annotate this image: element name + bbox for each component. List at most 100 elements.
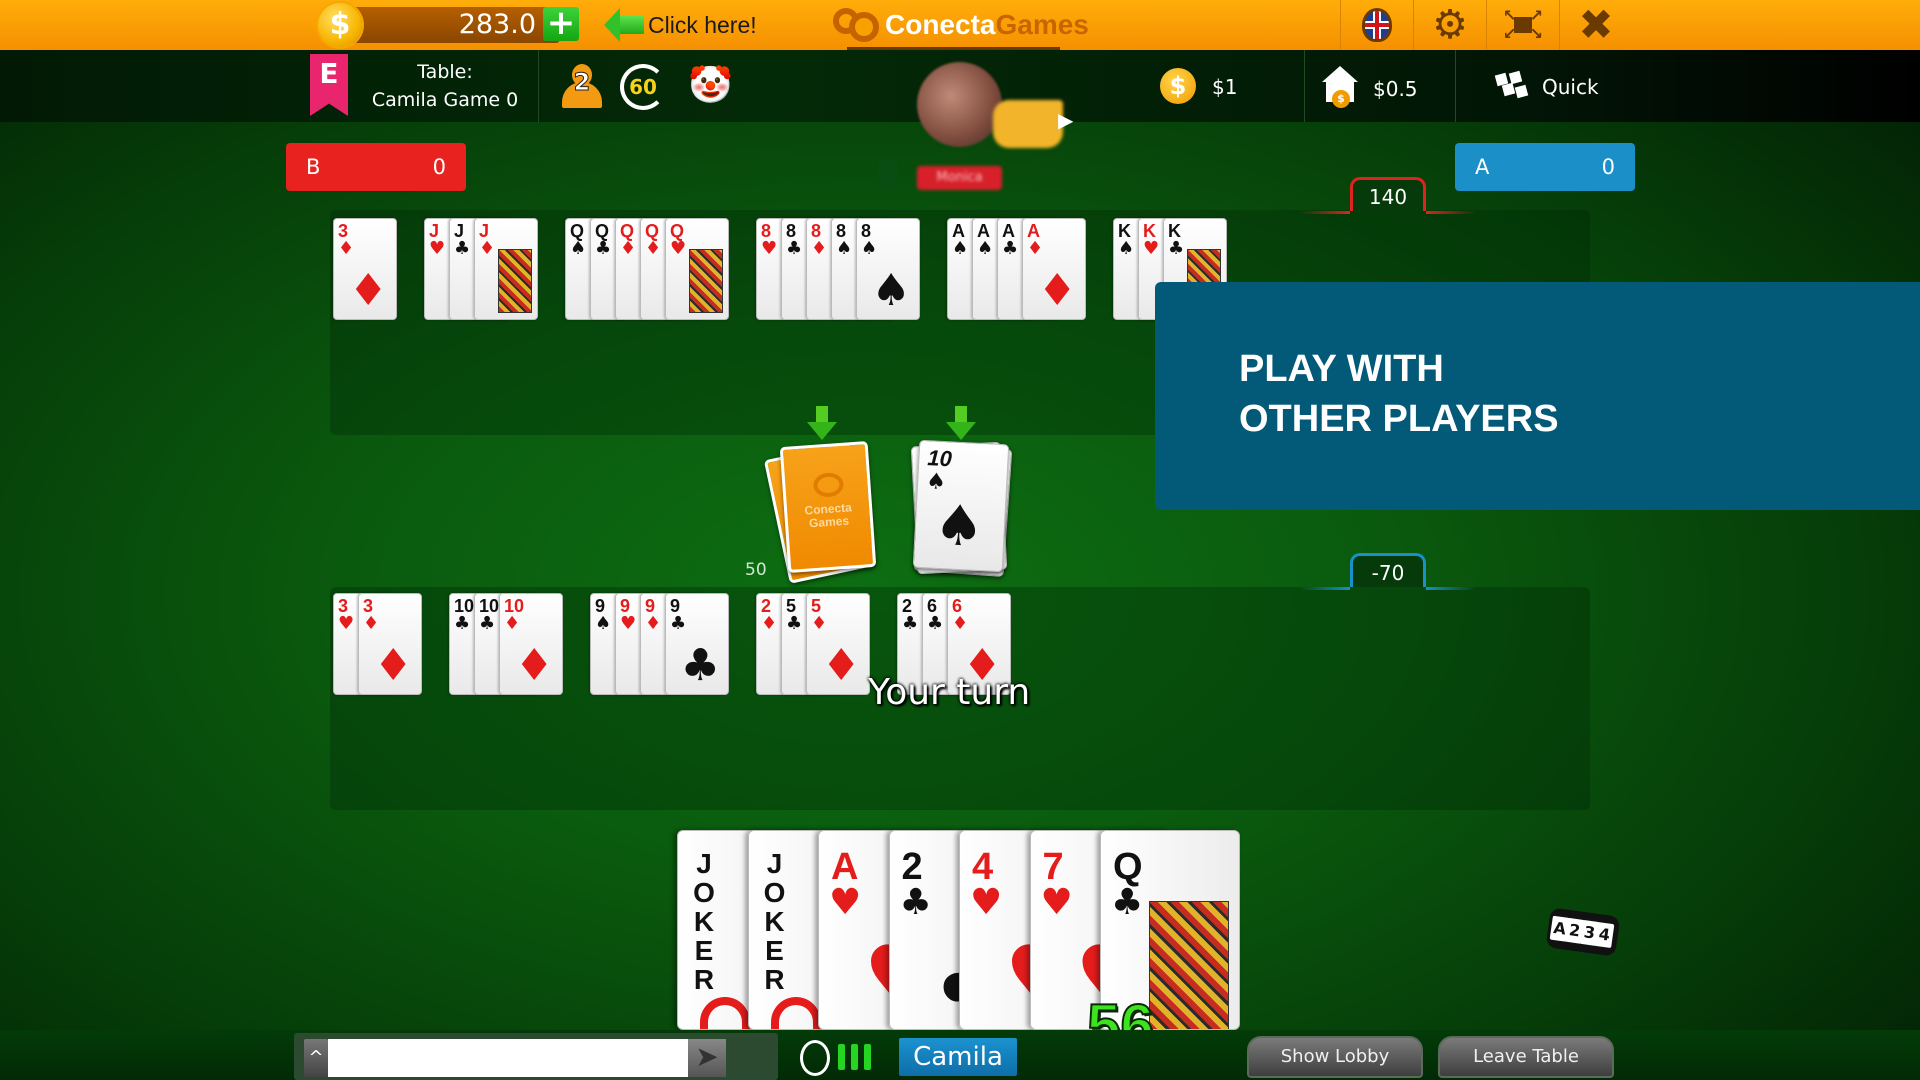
- banner-line-1: PLAY WITH: [1239, 348, 1444, 390]
- turn-message: Your turn: [868, 672, 1031, 713]
- club-icon: ♣: [454, 238, 471, 259]
- conecta-games-logo: Conecta Games: [833, 4, 1089, 46]
- leave-table-button[interactable]: Leave Table: [1438, 1036, 1614, 1078]
- meld-group[interactable]: 10 ♣ 10 ♣ 10 ♦ ♦: [449, 593, 563, 695]
- logo-mark-icon: [812, 471, 845, 498]
- table-name: Camila Game 0: [371, 89, 519, 111]
- signal-bar: [864, 1044, 871, 1070]
- diamond-icon: ♦: [479, 238, 496, 259]
- card-rank: Q: [1113, 846, 1143, 888]
- draw-pile[interactable]: Conecta Games: [763, 440, 880, 584]
- spade-icon: ♠: [861, 238, 878, 259]
- opponent-cards-icon: [993, 100, 1063, 148]
- stake-coin-icon: $: [1160, 68, 1196, 104]
- arrow-left-icon: [604, 8, 620, 42]
- spade-icon: ♠: [595, 613, 612, 634]
- diamond-icon: ♦: [348, 265, 388, 316]
- logo-mark-icon: [833, 6, 881, 44]
- diamond-icon: ♦: [761, 613, 778, 634]
- club-icon: ♣: [670, 613, 687, 634]
- joker-label: JOKER: [693, 848, 715, 995]
- diamond-icon: ♦: [338, 238, 355, 259]
- signal-bar: [851, 1044, 858, 1070]
- language-button[interactable]: [1340, 0, 1413, 50]
- diamond-icon: ♦: [504, 613, 521, 634]
- table-label: Table:: [417, 61, 473, 83]
- heart-icon: ♥: [338, 613, 355, 634]
- club-icon: ♣: [927, 613, 944, 634]
- close-button[interactable]: ✖: [1559, 0, 1632, 50]
- player-name: Camila: [899, 1038, 1017, 1076]
- player-count-icon: 2: [560, 64, 604, 108]
- discard-top-card: 10 ♠ ♠: [912, 439, 1010, 573]
- click-here-link[interactable]: Click here!: [604, 6, 757, 44]
- meld-group[interactable]: 2 ♦ 5 ♣ 5 ♦ ♦: [756, 593, 870, 695]
- spade-icon: ♠: [932, 492, 986, 561]
- card-3-diamond: 3 ♦ ♦: [333, 218, 397, 320]
- diamond-icon: ♦: [1037, 265, 1077, 316]
- meld-group[interactable]: 8 ♥ 8 ♣ 8 ♦ 8 ♠ 8 ♠ ♠: [756, 218, 920, 320]
- draw-pile-count: 50: [745, 560, 767, 580]
- banner-line-2: OTHER PLAYERS: [1239, 398, 1559, 440]
- diamond-icon: ♦: [1027, 238, 1044, 259]
- diamond-icon: ♦: [811, 238, 828, 259]
- card-9-club: 9 ♣ ♣: [665, 593, 729, 695]
- show-lobby-button[interactable]: Show Lobby: [1247, 1036, 1423, 1078]
- heart-icon: ♥: [429, 238, 446, 259]
- player-count: 2: [573, 68, 591, 97]
- heart-icon: ♥: [761, 238, 778, 259]
- diamond-icon: ♦: [645, 613, 662, 634]
- add-funds-button[interactable]: +: [543, 6, 579, 41]
- meld-group[interactable]: A ♠ A ♠ A ♣ A ♦ ♦: [947, 218, 1086, 320]
- card-rank: 7: [1042, 846, 1064, 888]
- meld-group[interactable]: Q ♠ Q ♣ Q ♦ Q ♦ Q ♥: [565, 218, 729, 320]
- club-icon: ♣: [1168, 238, 1185, 259]
- close-icon: ✖: [1578, 0, 1614, 49]
- balance-widget: $ 283.0: [318, 3, 578, 47]
- spade-icon: ♠: [570, 238, 587, 259]
- fullscreen-button[interactable]: ↖ ↗ ↙ ↘: [1486, 0, 1559, 50]
- jester-hat-icon: [700, 997, 750, 1029]
- window-controls: ⚙ ↖ ↗ ↙ ↘ ✖: [1340, 0, 1632, 50]
- meld-group[interactable]: 3 ♦ ♦: [333, 218, 397, 320]
- card-3-diamond: 3 ♦ ♦: [358, 593, 422, 695]
- discard-arrow-icon: [946, 406, 976, 442]
- club-icon: ♣: [902, 613, 919, 634]
- spade-icon: ♠: [952, 238, 969, 259]
- diamond-icon: ♦: [811, 613, 828, 634]
- card-Q-heart: Q ♥: [665, 218, 729, 320]
- meld-group[interactable]: 9 ♠ 9 ♥ 9 ♦ 9 ♣ ♣: [590, 593, 729, 695]
- meld-group[interactable]: 3 ♥ 3 ♦ ♦: [333, 593, 422, 695]
- chat-input[interactable]: [328, 1039, 688, 1077]
- gear-icon: ⚙: [1432, 2, 1468, 48]
- club-icon: ♣: [1002, 238, 1019, 259]
- club-icon: ♣: [1111, 882, 1144, 923]
- jester-hat-icon: [770, 997, 821, 1029]
- chat-expand-button[interactable]: ^: [304, 1039, 328, 1077]
- card-8-spade: 8 ♠ ♠: [856, 218, 920, 320]
- diamond-icon: ♦: [952, 613, 969, 634]
- diamond-icon: ♦: [821, 640, 861, 691]
- coin-icon: $: [318, 3, 362, 47]
- draw-arrow-icon: [807, 406, 837, 442]
- rake-value: $0.5: [1373, 77, 1418, 101]
- face-card-art: [1149, 901, 1229, 1029]
- league-badge: E: [310, 54, 348, 116]
- card-back: Conecta Games: [779, 441, 877, 573]
- sort-cards-button[interactable]: A234: [1545, 907, 1621, 957]
- send-button[interactable]: ➤: [688, 1039, 726, 1077]
- sort-card-glyph: 4: [1594, 921, 1615, 949]
- card-rank: 4: [972, 846, 994, 888]
- team-a-label: A: [1475, 155, 1490, 179]
- opponent-avatar[interactable]: [917, 62, 1002, 147]
- fullscreen-icon: ↖ ↗ ↙ ↘: [1503, 6, 1543, 43]
- discard-pile[interactable]: 10 ♠ ♠: [910, 439, 1013, 580]
- settings-button[interactable]: ⚙: [1413, 0, 1486, 50]
- heart-icon: ♥: [1040, 882, 1073, 923]
- club-icon: ♣: [786, 238, 803, 259]
- heart-icon: ♥: [829, 882, 862, 923]
- team-meld-points: -70: [1300, 553, 1476, 590]
- meld-group[interactable]: J ♥ J ♣ J ♦: [424, 218, 538, 320]
- chat-box: ^ ➤: [294, 1033, 778, 1080]
- card-5-diamond: 5 ♦ ♦: [806, 593, 870, 695]
